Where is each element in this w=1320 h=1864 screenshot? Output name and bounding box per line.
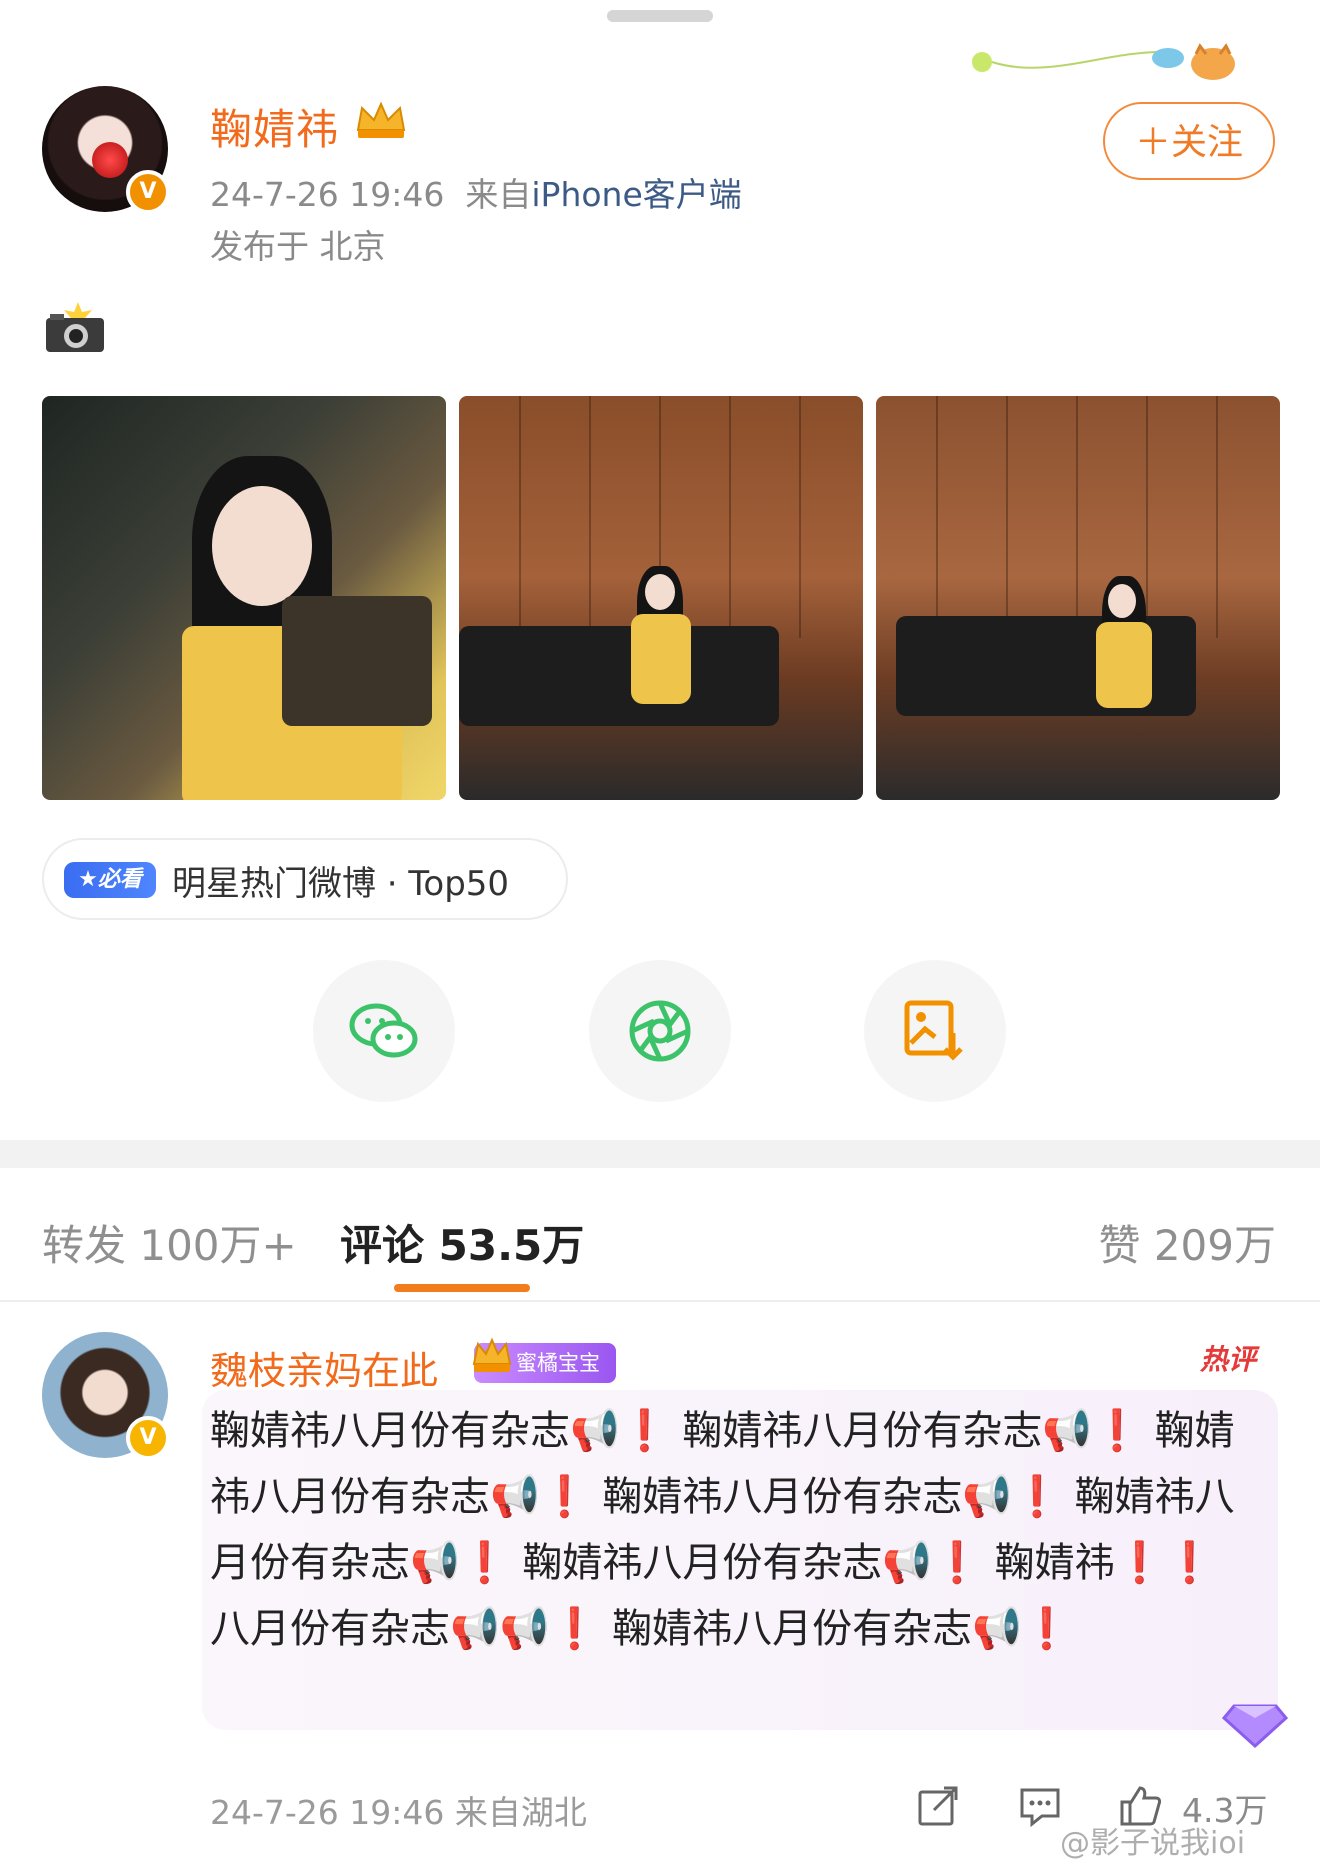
author-name[interactable]: 鞠婧祎	[210, 96, 339, 157]
hot-comment-label: 热评	[1200, 1343, 1257, 1376]
moments-icon	[629, 1000, 691, 1062]
must-see-tag: ★必看	[64, 862, 156, 898]
comment-text[interactable]: 鞠婧祎八月份有杂志📢❗ 鞠婧祎八月份有杂志📢❗ 鞠婧祎八月份有杂志📢❗ 鞠婧祎八…	[210, 1398, 1250, 1662]
section-divider	[0, 1140, 1320, 1168]
share-moments-button[interactable]	[589, 960, 731, 1102]
share-comment-icon[interactable]	[914, 1782, 962, 1830]
fan-crown-icon	[472, 1337, 512, 1372]
post-photo-3[interactable]	[876, 396, 1280, 800]
save-image-icon	[904, 1000, 963, 1061]
source-prefix: 来自	[465, 175, 532, 214]
post-source-link[interactable]: iPhone客户端	[531, 175, 741, 214]
diamond-bubble-decoration-icon	[1221, 1704, 1289, 1749]
verified-badge-icon: V	[126, 170, 170, 214]
share-wechat-button[interactable]	[313, 960, 455, 1102]
commenter-name[interactable]: 魏枝亲妈在此	[210, 1340, 438, 1395]
tab-divider	[0, 1300, 1320, 1302]
sheet-drag-handle[interactable]	[607, 10, 713, 22]
reply-comment-icon[interactable]	[1016, 1782, 1064, 1830]
ranking-text: 明星热门微博 · Top50	[172, 864, 510, 904]
post-meta: 24-7-26 19:46 来自iPhone客户端	[210, 168, 742, 216]
post-photo-2[interactable]	[459, 396, 863, 800]
tab-comments[interactable]: 评论 53.5万	[340, 1212, 584, 1273]
watermark: @影子说我ioi	[1060, 1826, 1246, 1861]
active-tab-indicator	[394, 1284, 530, 1292]
follow-button[interactable]: ＋关注	[1103, 102, 1275, 180]
post-photo-1[interactable]	[42, 396, 446, 800]
save-image-button[interactable]	[864, 960, 1006, 1102]
post-time: 24-7-26 19:46	[210, 175, 445, 214]
wechat-icon	[349, 1003, 418, 1058]
tab-likes[interactable]: 赞 209万	[1098, 1212, 1276, 1273]
hot-ranking-badge[interactable]: ★必看 明星热门微博 · Top50	[42, 838, 568, 920]
camera-flash-emoji-icon	[46, 302, 104, 352]
comment-footer: 24-7-26 19:46 来自湖北	[210, 1793, 587, 1832]
sleeping-cat-decoration	[972, 43, 1235, 80]
post-location: 发布于 北京	[210, 227, 386, 266]
tab-repost[interactable]: 转发 100万+	[42, 1212, 297, 1273]
commenter-verified-icon: V	[126, 1416, 170, 1460]
vip-crown-icon	[356, 101, 406, 138]
